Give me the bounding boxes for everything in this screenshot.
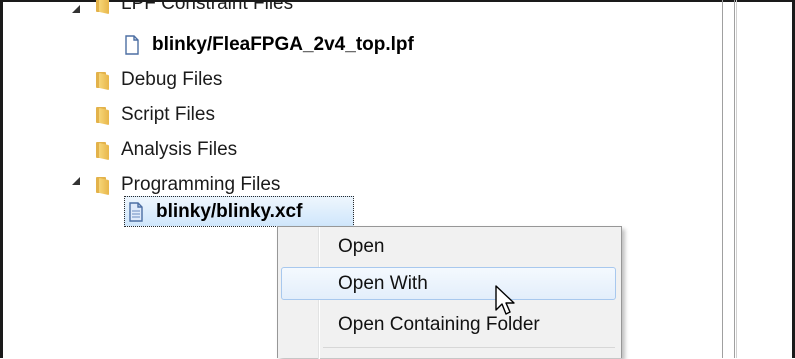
file-icon [125,35,139,55]
tree-item-label: blinky/blinky.xcf [156,201,303,222]
menu-item-open[interactable]: Open [281,230,616,263]
tree-item-label: blinky/FleaFPGA_2v4_top.lpf [152,34,414,55]
folder-icon [95,141,111,161]
menu-separator [323,347,615,348]
panel-left-border [0,0,3,358]
expanded-arrow-icon[interactable] [72,176,82,186]
splitter-line [734,0,735,358]
file-icon [129,202,143,222]
folder-icon [95,176,111,196]
menu-item-open-containing-folder[interactable]: Open Containing Folder [281,308,616,341]
tree-item-label: Debug Files [121,69,223,90]
tree-item-xcf-file[interactable]: blinky/blinky.xcf [128,198,302,226]
folder-icon [95,0,111,15]
expanded-arrow-icon[interactable] [72,4,82,14]
menu-item-label: Open With [338,272,428,294]
tree-item-script-files[interactable]: Script Files [95,101,215,129]
folder-icon [95,106,111,126]
tree-item-label: Script Files [121,104,215,125]
tree-item-label: LPF Constraint Files [121,0,294,14]
folder-icon [95,71,111,91]
tree-item-label: Programming Files [121,174,281,195]
tree-item-lpf-constraint-files[interactable]: LPF Constraint Files [95,0,293,18]
splitter-line [722,0,723,358]
tree-item-analysis-files[interactable]: Analysis Files [95,136,237,164]
splitter-line [736,0,737,358]
context-menu: Open Open With Open Containing Folder [277,226,622,359]
mouse-pointer-icon [495,285,515,315]
menu-item-open-with[interactable]: Open With [281,267,616,300]
tree-item-programming-files[interactable]: Programming Files [95,171,280,199]
tree-item-label: Analysis Files [121,139,238,160]
menu-item-label: Open [338,235,385,257]
tree-item-lpf-file[interactable]: blinky/FleaFPGA_2v4_top.lpf [124,31,414,59]
tree-item-debug-files[interactable]: Debug Files [95,66,222,94]
